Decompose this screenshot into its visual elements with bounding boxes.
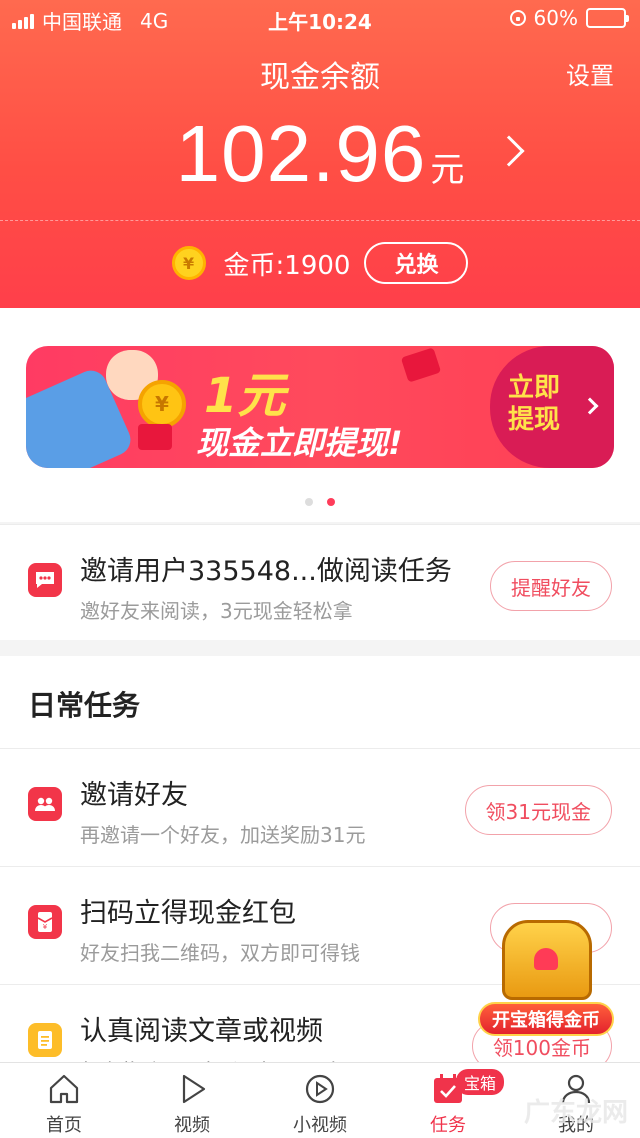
withdraw-now-label: 立即提现	[508, 373, 561, 435]
daily-tasks-header: 日常任务	[0, 656, 640, 748]
document-icon	[28, 1023, 62, 1057]
cash-balance[interactable]: 102.96 元	[0, 108, 640, 200]
carousel-dots	[0, 498, 640, 506]
exchange-button[interactable]: 兑换	[364, 242, 469, 284]
red-envelope-illustration	[400, 347, 442, 383]
tab-video[interactable]: 视频	[128, 1063, 256, 1138]
invite-reminder-title: 邀请用户335548...做阅读任务	[80, 556, 452, 587]
tab-label: 小视频	[293, 1115, 347, 1136]
invite-reminder-row[interactable]: 邀请用户335548...做阅读任务 邀好友来阅读，3元现金轻松拿 提醒好友	[0, 524, 640, 640]
balance-amount: 102.96	[175, 109, 427, 198]
red-envelope-icon: ¥	[28, 905, 62, 939]
withdraw-banner[interactable]: ¥ 1元 现金立即提现! 立即提现	[26, 346, 614, 468]
watermark: 广东龙网	[523, 1098, 628, 1128]
daily-tasks-title: 日常任务	[28, 689, 141, 722]
banner-section: ¥ 1元 现金立即提现! 立即提现	[0, 308, 640, 522]
task-title: 邀请好友	[80, 780, 188, 811]
task-subtitle: 好友扫我二维码，双方即可得钱	[80, 941, 360, 965]
red-envelope-illustration	[138, 424, 172, 450]
status-right: 60%	[509, 6, 629, 30]
banner-amount: 1元	[204, 368, 286, 424]
tab-small-video[interactable]: 小视频	[256, 1063, 384, 1138]
task-title: 认真阅读文章或视频	[80, 1016, 323, 1047]
treasure-chest-button[interactable]: 开宝箱得金币	[478, 920, 618, 1036]
balance-unit: 元	[430, 150, 465, 190]
balance-header: 中国联通 4G 上午10:24 60% 现金余额 设置 102.96 元 ¥ 金币…	[0, 0, 640, 308]
task-action-button[interactable]: 领31元现金	[464, 785, 612, 835]
task-subtitle: 再邀请一个好友，加送奖励31元	[80, 823, 366, 847]
svg-text:¥: ¥	[43, 923, 48, 931]
carousel-dot-active[interactable]	[327, 498, 335, 506]
settings-button[interactable]: 设置	[566, 56, 614, 91]
page-title: 现金余额	[260, 60, 380, 95]
invite-reminder-subtitle: 邀好友来阅读，3元现金轻松拿	[80, 599, 353, 623]
chevron-right-icon	[581, 397, 599, 415]
tab-label: 视频	[174, 1115, 210, 1136]
coin-illustration-icon: ¥	[138, 380, 186, 428]
home-icon	[49, 1074, 79, 1104]
task-row-invite[interactable]: 邀请好友 再邀请一个好友，加送奖励31元 领31元现金	[0, 748, 640, 866]
battery-icon	[586, 8, 629, 28]
heart-icon	[534, 948, 558, 970]
tab-tasks[interactable]: 宝箱 任务	[384, 1063, 512, 1138]
tab-label: 首页	[46, 1115, 82, 1136]
carousel-dot[interactable]	[305, 498, 313, 506]
yuan-coin-icon: ¥	[171, 246, 206, 280]
status-bar: 中国联通 4G 上午10:24 60%	[0, 0, 640, 36]
tab-badge: 宝箱	[456, 1069, 505, 1095]
coin-row: ¥ 金币:1900 兑换	[0, 242, 640, 284]
dashed-divider	[0, 220, 640, 221]
tab-label: 任务	[430, 1115, 466, 1136]
withdraw-now-button[interactable]: 立即提现	[490, 346, 614, 468]
play-icon	[182, 1074, 206, 1104]
small-video-icon	[305, 1074, 335, 1104]
battery-percent: 60%	[533, 6, 578, 30]
tab-home[interactable]: 首页	[0, 1063, 128, 1138]
task-title: 扫码立得现金红包	[80, 898, 296, 929]
orientation-lock-icon	[509, 10, 526, 26]
users-icon	[28, 787, 62, 821]
coin-balance: 金币:1900	[223, 250, 351, 281]
chat-bubble-icon	[28, 563, 62, 597]
remind-friend-button[interactable]: 提醒好友	[490, 561, 612, 611]
treasure-chest-label: 开宝箱得金币	[478, 1002, 614, 1036]
banner-subtitle: 现金立即提现!	[196, 424, 403, 462]
